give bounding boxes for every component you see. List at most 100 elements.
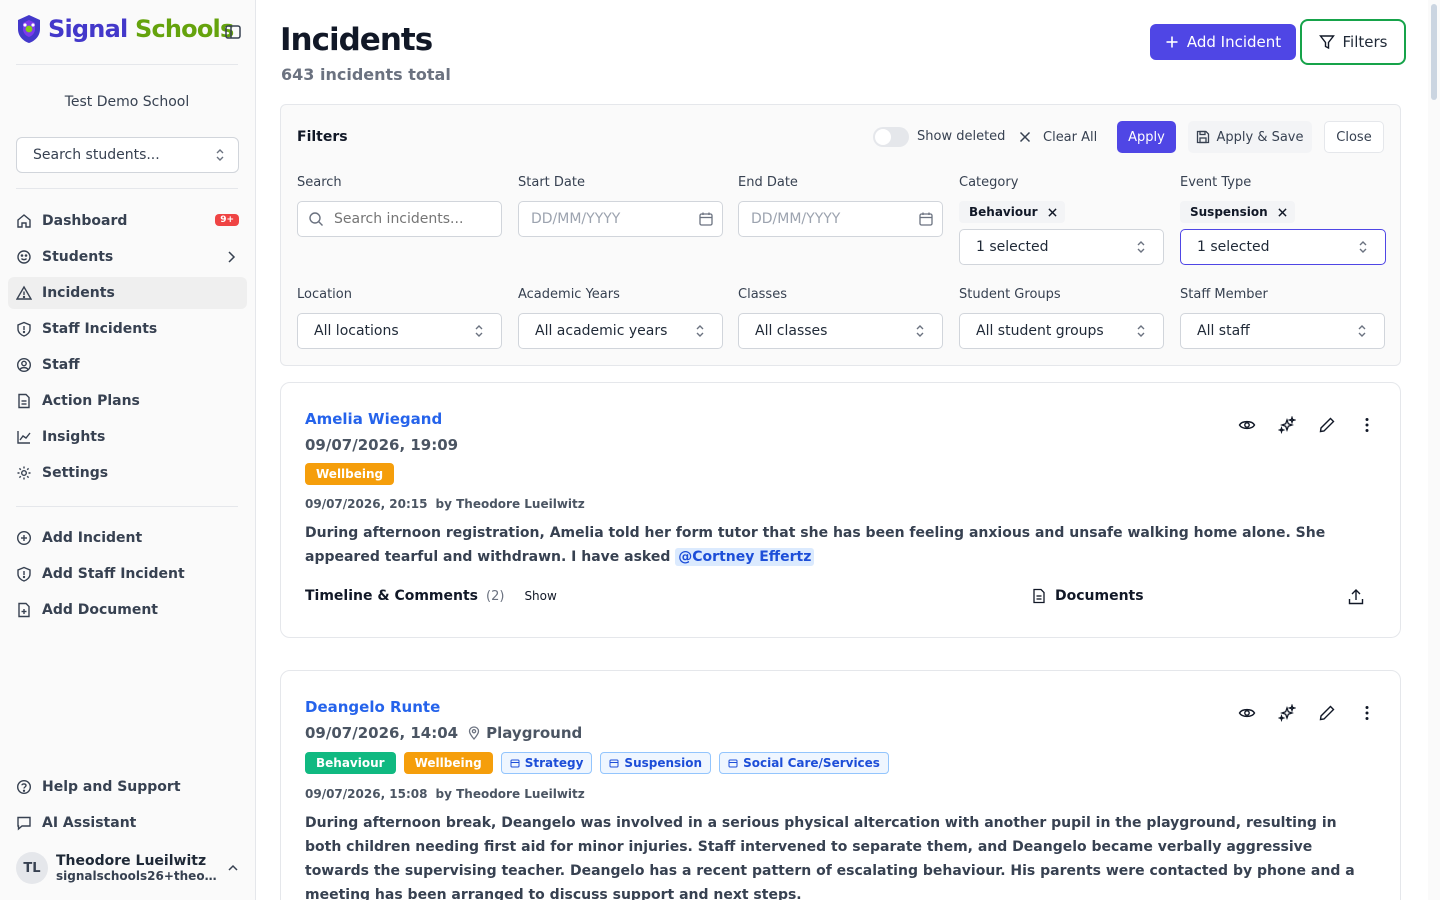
- close-filters-button[interactable]: Close: [1324, 121, 1384, 153]
- chevron-right-icon: [223, 249, 239, 265]
- sidebar-item-insights[interactable]: Insights: [8, 421, 247, 453]
- show-deleted-toggle[interactable]: [873, 127, 909, 147]
- documents-section[interactable]: Documents: [1031, 588, 1144, 604]
- start-date-input[interactable]: DD/MM/YYYY: [518, 201, 723, 237]
- sidebar-item-add-incident[interactable]: Add Incident: [8, 522, 247, 554]
- document-plus-icon: [16, 602, 32, 618]
- sidebar-toggle-icon[interactable]: [224, 23, 242, 41]
- filters-label: Filters: [1342, 33, 1388, 51]
- scrollbar-thumb[interactable]: [1431, 4, 1437, 100]
- chevron-updown-icon: [214, 148, 226, 162]
- sidebar-item-action-plans[interactable]: Action Plans: [8, 385, 247, 417]
- staff-member-label: Staff Member: [1180, 287, 1268, 302]
- mention-link[interactable]: @Cortney Effertz: [675, 548, 815, 566]
- brand[interactable]: Signal Schools: [16, 14, 234, 44]
- location-select-value: All locations: [314, 323, 399, 339]
- smile-icon: [16, 249, 32, 265]
- sidebar-item-add-document[interactable]: Add Document: [8, 594, 247, 626]
- sidebar-item-label: Dashboard: [42, 213, 128, 229]
- show-timeline-button[interactable]: Show: [524, 589, 556, 603]
- logo-icon: [16, 14, 42, 44]
- clear-all-button[interactable]: Clear All: [1019, 121, 1097, 153]
- eye-icon[interactable]: [1238, 416, 1256, 434]
- category-select[interactable]: 1 selected: [959, 229, 1164, 265]
- category-select-value: 1 selected: [976, 239, 1049, 255]
- event-tag-label: Strategy: [524, 756, 584, 770]
- page-scrollbar[interactable]: [1428, 0, 1440, 900]
- student-name-link[interactable]: Amelia Wiegand: [305, 410, 442, 428]
- student-groups-label: Student Groups: [959, 287, 1061, 302]
- home-icon: [16, 213, 32, 229]
- more-vertical-icon[interactable]: [1358, 704, 1376, 722]
- edit-icon[interactable]: [1318, 704, 1336, 722]
- event-type-label: Event Type: [1180, 175, 1252, 190]
- event-type-select[interactable]: 1 selected: [1180, 229, 1386, 265]
- incident-tags: Behaviour Wellbeing Strategy Suspension …: [305, 752, 889, 774]
- apply-button[interactable]: Apply: [1117, 121, 1176, 153]
- category-tag: Wellbeing: [305, 463, 395, 485]
- eye-icon[interactable]: [1238, 704, 1256, 722]
- sidebar-item-settings[interactable]: Settings: [8, 457, 247, 489]
- student-search-select[interactable]: Search students...: [16, 137, 239, 173]
- incident-count: 643 incidents total: [281, 65, 451, 84]
- filter-icon: [1318, 34, 1335, 50]
- sidebar-item-add-staff-incident[interactable]: Add Staff Incident: [8, 558, 247, 590]
- upload-icon[interactable]: [1347, 588, 1365, 606]
- start-date-label: Start Date: [518, 175, 585, 190]
- sidebar-item-dashboard[interactable]: Dashboard 9+: [8, 205, 247, 237]
- incident-card: Deangelo Runte 09/07/2026, 14:04 Playgro…: [280, 670, 1401, 900]
- notification-badge: 9+: [215, 214, 239, 226]
- chevron-updown-icon: [1135, 240, 1147, 254]
- sidebar-item-students[interactable]: Students: [8, 241, 247, 273]
- calendar-icon: [609, 758, 619, 768]
- chart-line-icon: [16, 429, 32, 445]
- staff-member-select[interactable]: All staff: [1180, 313, 1385, 349]
- user-info: Theodore Lueilwitz signalschools26+theod…: [56, 853, 218, 883]
- sparkles-icon[interactable]: [1278, 704, 1296, 722]
- user-email: signalschools26+theodore.lueilwitz@signa…: [56, 869, 218, 883]
- add-incident-button[interactable]: Add Incident: [1150, 24, 1296, 60]
- save-icon: [1196, 130, 1210, 144]
- main-nav: Dashboard 9+ Students Incidents Staff In…: [8, 205, 247, 493]
- divider: [16, 506, 238, 507]
- user-menu[interactable]: TL Theodore Lueilwitz signalschools26+th…: [16, 848, 246, 888]
- calendar-icon: [510, 758, 520, 768]
- classes-select[interactable]: All classes: [738, 313, 943, 349]
- incident-meta: 09/07/2026, 15:08 by Theodore Lueilwitz: [305, 787, 585, 801]
- search-input[interactable]: [334, 211, 494, 227]
- timeline-comments: Timeline & Comments (2) Show: [305, 588, 557, 604]
- sidebar-item-staff-incidents[interactable]: Staff Incidents: [8, 313, 247, 345]
- logged-at: 09/07/2026, 15:08: [305, 787, 428, 801]
- academic-years-label: Academic Years: [518, 287, 620, 302]
- event-type-chip-label: Suspension: [1190, 205, 1268, 219]
- remove-chip-icon[interactable]: [1047, 207, 1057, 217]
- document-icon: [1031, 588, 1047, 604]
- incident-datetime: 09/07/2026, 19:09: [305, 436, 458, 454]
- edit-icon[interactable]: [1318, 416, 1336, 434]
- location-select[interactable]: All locations: [297, 313, 502, 349]
- chevron-up-icon: [226, 861, 240, 875]
- sparkles-icon[interactable]: [1278, 416, 1296, 434]
- academic-years-select[interactable]: All academic years: [518, 313, 723, 349]
- category-tag: Wellbeing: [403, 752, 493, 774]
- filters-button[interactable]: Filters: [1300, 19, 1406, 65]
- more-vertical-icon[interactable]: [1358, 416, 1376, 434]
- end-date-input[interactable]: DD/MM/YYYY: [738, 201, 943, 237]
- sidebar-item-ai-assistant[interactable]: AI Assistant: [8, 807, 247, 839]
- sidebar-item-label: Add Staff Incident: [42, 566, 185, 582]
- apply-save-button[interactable]: Apply & Save: [1188, 121, 1312, 153]
- remove-chip-icon[interactable]: [1278, 207, 1287, 217]
- chevron-updown-icon: [473, 324, 485, 338]
- logged-at: 09/07/2026, 20:15: [305, 497, 428, 511]
- student-name-link[interactable]: Deangelo Runte: [305, 698, 440, 716]
- warning-icon: [16, 285, 32, 301]
- chevron-updown-icon: [914, 324, 926, 338]
- timeline-label: Timeline & Comments: [305, 588, 479, 604]
- filters-panel: Filters Show deleted Clear All Apply App…: [280, 104, 1401, 366]
- end-date-label: End Date: [738, 175, 798, 190]
- sidebar-item-staff[interactable]: Staff: [8, 349, 247, 381]
- add-incident-label: Add Incident: [1186, 33, 1282, 51]
- student-groups-select[interactable]: All student groups: [959, 313, 1164, 349]
- sidebar-item-incidents[interactable]: Incidents: [8, 277, 247, 309]
- sidebar-item-help[interactable]: Help and Support: [8, 771, 247, 803]
